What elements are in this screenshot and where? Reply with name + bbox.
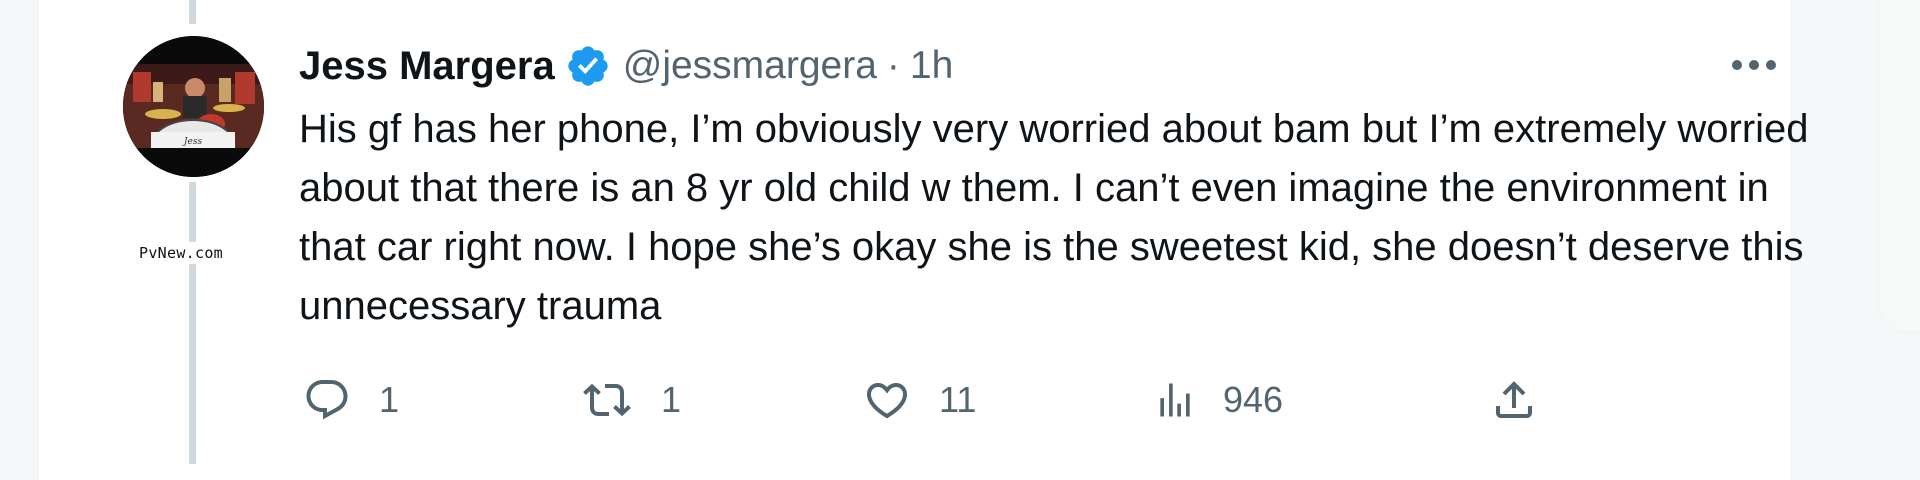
tweet-timestamp[interactable]: 1h <box>910 44 953 88</box>
svg-text:Jess: Jess <box>182 137 203 147</box>
thread-line-bottom <box>189 182 196 464</box>
watermark: PvNew.com <box>139 242 223 264</box>
header-separator: · <box>886 44 900 87</box>
like-count: 11 <box>939 379 977 420</box>
like-button[interactable]: 11 <box>861 372 976 428</box>
views-count: 946 <box>1223 379 1284 420</box>
reply-button[interactable]: 1 <box>301 372 399 428</box>
reply-count: 1 <box>379 379 400 420</box>
drummer-avatar-icon: Jess <box>123 36 264 177</box>
tweet-text: His gf has her phone, I’m obviously very… <box>299 107 1809 328</box>
views-icon <box>1153 376 1197 424</box>
verified-badge-icon[interactable] <box>565 43 611 89</box>
reply-icon <box>301 376 353 424</box>
more-options-icon[interactable] <box>1729 50 1779 80</box>
thread-line-top <box>189 0 196 24</box>
views-button[interactable]: 946 <box>1153 372 1283 428</box>
share-icon <box>1489 376 1539 424</box>
author-handle[interactable]: @jessmargera <box>623 44 877 88</box>
heart-icon <box>861 376 913 424</box>
page: Jess PvNew.com Jess Margera @jessmargera… <box>0 0 1920 480</box>
tweet-header: Jess Margera @jessmargera · 1h <box>299 38 953 94</box>
author-display-name[interactable]: Jess Margera <box>299 44 555 89</box>
retweet-button[interactable]: 1 <box>579 372 681 428</box>
retweet-count: 1 <box>661 379 682 420</box>
retweet-icon <box>579 376 635 424</box>
share-button[interactable] <box>1489 372 1539 428</box>
tweet-card[interactable]: Jess PvNew.com Jess Margera @jessmargera… <box>38 0 1809 480</box>
right-sidebar-panel <box>1878 0 1920 333</box>
avatar[interactable]: Jess <box>123 36 264 177</box>
